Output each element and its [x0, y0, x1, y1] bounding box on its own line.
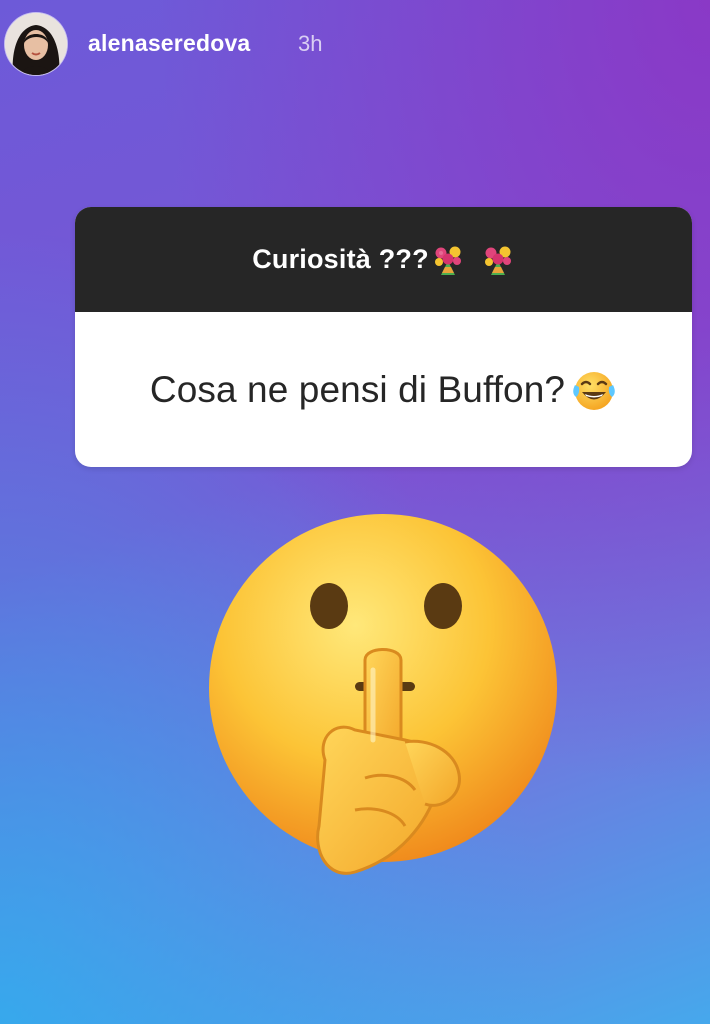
question-sticker-header: Curiosità ??? — [75, 207, 692, 312]
face-with-tears-of-joy-icon — [571, 367, 617, 413]
profile-avatar[interactable] — [5, 13, 67, 75]
shushing-face-emoji-icon[interactable] — [205, 510, 565, 890]
bouquet-emoji-icon — [481, 243, 515, 277]
username[interactable]: alenaseredova — [88, 30, 250, 57]
question-text: Cosa ne pensi di Buffon? — [149, 368, 566, 410]
question-sticker[interactable]: Curiosità ??? Cosa ne pensi di Buffon? — [75, 207, 692, 467]
post-time: 3h — [298, 31, 323, 56]
bouquet-emoji-icon — [431, 243, 465, 277]
question-sticker-title: Curiosità ??? — [252, 244, 429, 274]
question-sticker-body: Cosa ne pensi di Buffon? — [75, 312, 692, 467]
story-header: alenaseredova 3h — [0, 0, 710, 95]
